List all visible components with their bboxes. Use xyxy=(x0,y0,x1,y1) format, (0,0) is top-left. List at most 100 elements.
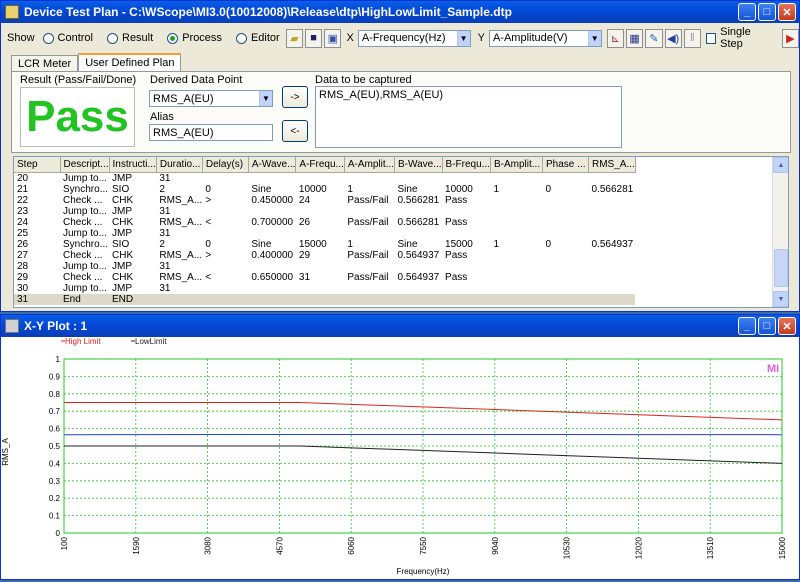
mode-control-radio[interactable]: Control xyxy=(43,32,93,44)
probe-icon[interactable]: ✎ xyxy=(645,29,662,48)
capture-list[interactable]: RMS_A(EU),RMS_A(EU) xyxy=(315,86,622,148)
column-header[interactable]: A-Frequ... xyxy=(296,157,344,172)
tab-user-defined-plan[interactable]: User Defined Plan xyxy=(78,53,181,71)
column-header[interactable]: B-Wave... xyxy=(395,157,443,172)
add-capture-button[interactable]: -> xyxy=(282,86,308,108)
table-cell: 31 xyxy=(156,261,202,272)
x-tick-label: 6060 xyxy=(347,536,356,554)
table-row[interactable]: 23Jump to...JMP31 xyxy=(14,206,635,217)
table-cell: 0.566281 xyxy=(395,195,443,206)
table-row[interactable]: 27Check ...CHKRMS_A...>0.40000029Pass/Fa… xyxy=(14,250,635,261)
pause-icon[interactable]: ‖ xyxy=(684,29,701,48)
plot-icon[interactable]: ⊾ xyxy=(607,29,624,48)
app-icon xyxy=(5,5,19,19)
table-row[interactable]: 20Jump to...JMP31 xyxy=(14,172,635,184)
show-label: Show xyxy=(7,32,35,44)
column-header[interactable]: Duratio... xyxy=(156,157,202,172)
table-row[interactable]: 30Jump to...JMP31 xyxy=(14,283,635,294)
column-header[interactable]: Instructi... xyxy=(109,157,156,172)
y-axis-select[interactable]: A-Amplitude(V)▼ xyxy=(489,30,602,47)
vertical-scrollbar[interactable]: ▲ ▼ xyxy=(772,157,788,307)
table-row[interactable]: 26Synchro...SIO20Sine150001Sine15000100.… xyxy=(14,239,635,250)
table-cell xyxy=(296,261,344,272)
table-row[interactable]: 22Check ...CHKRMS_A...>0.45000024Pass/Fa… xyxy=(14,195,635,206)
mode-result-radio[interactable]: Result xyxy=(107,32,153,44)
table-row[interactable]: 28Jump to...JMP31 xyxy=(14,261,635,272)
mode-process-radio[interactable]: Process xyxy=(167,32,222,44)
table-cell xyxy=(491,206,543,217)
table-cell xyxy=(491,261,543,272)
table-cell xyxy=(491,195,543,206)
remove-capture-button[interactable]: <- xyxy=(282,120,308,142)
table-cell xyxy=(296,172,344,184)
table-cell xyxy=(442,228,490,239)
y-tick-label: 1 xyxy=(56,355,61,364)
table-cell xyxy=(202,294,248,305)
table-cell xyxy=(395,228,443,239)
single-step-checkbox[interactable] xyxy=(706,33,716,44)
mode-label: Process xyxy=(182,32,222,44)
tab-lcr-meter[interactable]: LCR Meter xyxy=(11,55,78,71)
x-axis-select[interactable]: A-Frequency(Hz)▼ xyxy=(358,30,471,47)
run-icon[interactable]: ▶ xyxy=(782,29,799,48)
table-row[interactable]: 29Check ...CHKRMS_A...<0.65000031Pass/Fa… xyxy=(14,272,635,283)
mode-label: Control xyxy=(58,32,93,44)
column-header[interactable]: Phase ... xyxy=(543,157,589,172)
column-header[interactable]: Delay(s) xyxy=(202,157,248,172)
table-row[interactable]: 25Jump to...JMP31 xyxy=(14,228,635,239)
save-icon[interactable]: ■ xyxy=(305,29,322,48)
derived-data-point-select[interactable]: RMS_A(EU)▼ xyxy=(149,90,273,107)
plot-maximize-button[interactable]: □ xyxy=(758,317,776,335)
table-cell xyxy=(202,206,248,217)
table-cell: Pass/Fail xyxy=(344,195,394,206)
table-icon[interactable]: ▦ xyxy=(626,29,643,48)
table-cell: Jump to... xyxy=(60,283,109,294)
table-cell: > xyxy=(202,195,248,206)
column-header[interactable]: RMS_A... xyxy=(589,157,636,172)
table-cell xyxy=(491,250,543,261)
y-tick-label: 0.3 xyxy=(49,477,61,486)
plot-minimize-button[interactable]: _ xyxy=(738,317,756,335)
window-title: Device Test Plan - C:\WScope\MI3.0(10012… xyxy=(24,5,512,19)
save-as-icon[interactable]: ▣ xyxy=(324,29,341,48)
scroll-down-icon[interactable]: ▼ xyxy=(773,291,789,307)
table-cell xyxy=(491,283,543,294)
table-cell: Check ... xyxy=(60,217,109,228)
table-cell xyxy=(248,283,296,294)
column-header[interactable]: B-Frequ... xyxy=(442,157,490,172)
table-cell xyxy=(344,206,394,217)
minimize-button[interactable]: _ xyxy=(738,3,756,21)
plan-body: 20Jump to...JMP3121Synchro...SIO20Sine10… xyxy=(14,172,635,305)
table-row[interactable]: 24Check ...CHKRMS_A...<0.70000026Pass/Fa… xyxy=(14,217,635,228)
table-cell: 31 xyxy=(156,283,202,294)
table-row[interactable]: 31EndEND xyxy=(14,294,635,305)
plot-close-button[interactable]: ✕ xyxy=(778,317,796,335)
close-button[interactable]: ✕ xyxy=(778,3,796,21)
mode-editor-radio[interactable]: Editor xyxy=(236,32,280,44)
scroll-thumb[interactable] xyxy=(774,249,788,287)
table-cell: JMP xyxy=(109,261,156,272)
column-header[interactable]: Descript... xyxy=(60,157,109,172)
table-cell: 23 xyxy=(14,206,60,217)
column-header[interactable]: A-Amplit... xyxy=(344,157,394,172)
table-cell xyxy=(543,283,589,294)
column-header[interactable]: B-Amplit... xyxy=(491,157,543,172)
open-folder-icon[interactable]: ▰ xyxy=(286,29,303,48)
table-cell: 26 xyxy=(296,217,344,228)
table-row[interactable]: 21Synchro...SIO20Sine100001Sine10000100.… xyxy=(14,184,635,195)
speaker-icon[interactable]: ◀) xyxy=(665,29,682,48)
y-tick-label: 0.1 xyxy=(49,512,61,521)
column-header[interactable]: Step xyxy=(14,157,60,172)
column-header[interactable]: A-Wave... xyxy=(248,157,296,172)
scroll-up-icon[interactable]: ▲ xyxy=(773,157,789,173)
maximize-button[interactable]: □ xyxy=(758,3,776,21)
table-cell: 0.450000 xyxy=(248,195,296,206)
result-display: Pass xyxy=(20,87,135,147)
table-cell: 31 xyxy=(296,272,344,283)
table-cell: 2 xyxy=(156,239,202,250)
table-cell xyxy=(589,217,636,228)
x-axis-label: X xyxy=(346,32,353,44)
plot-area: 00.10.20.30.40.50.60.70.80.9110015903080… xyxy=(1,337,799,579)
table-cell: Synchro... xyxy=(60,184,109,195)
alias-input[interactable]: RMS_A(EU) xyxy=(149,124,273,141)
